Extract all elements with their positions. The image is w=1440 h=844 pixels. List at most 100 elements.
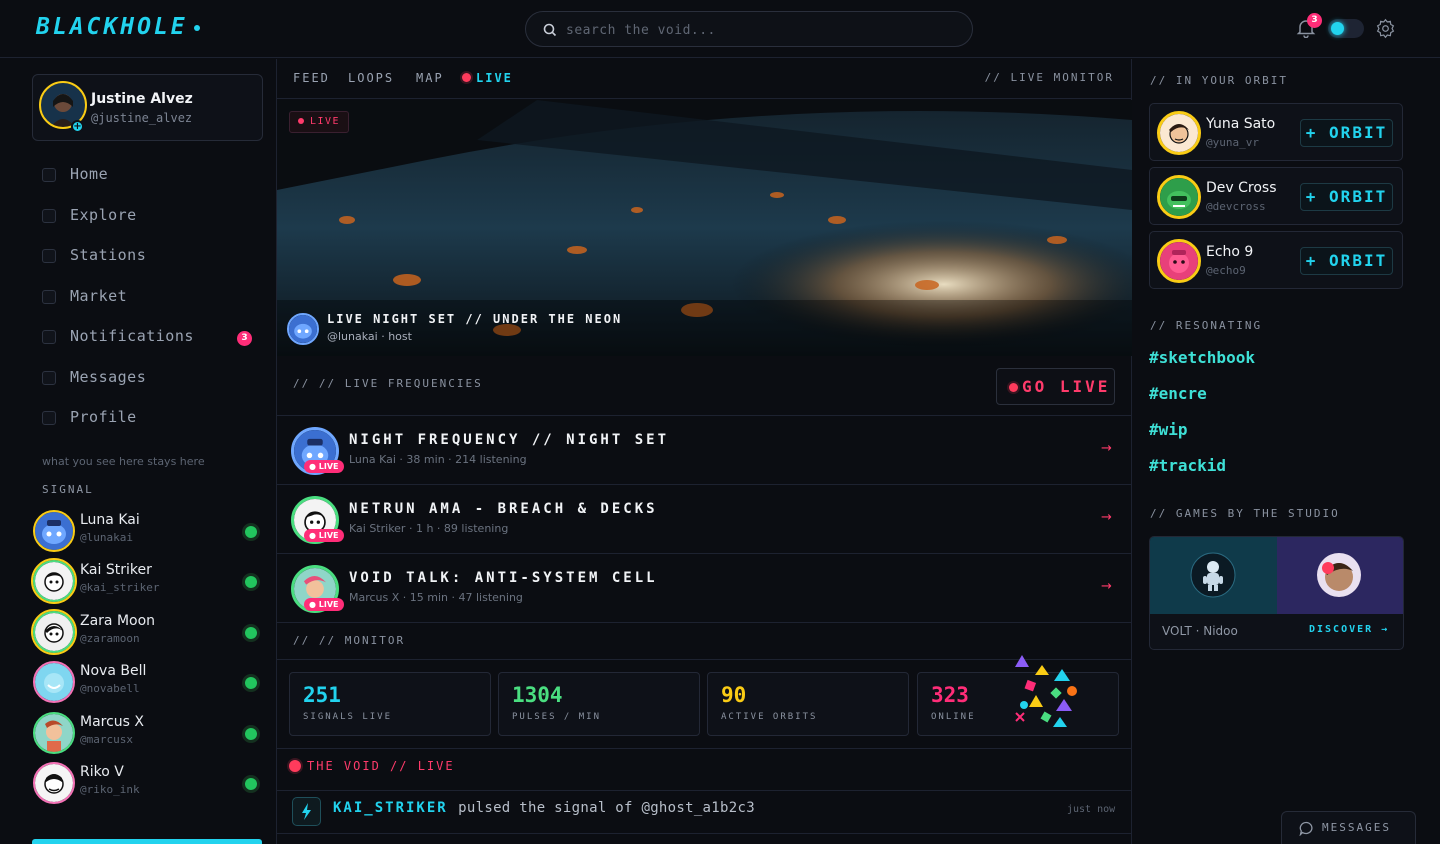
signal-row[interactable]: Luna Kai @lunakai <box>32 509 262 555</box>
tab-map[interactable]: MAP <box>416 71 444 85</box>
live-tag: ● LIVE <box>304 598 344 611</box>
nav-item-home[interactable]: Home <box>40 163 260 187</box>
nav-item-market[interactable]: Market <box>40 285 260 309</box>
frequency-item[interactable]: ● LIVE VOID TALK: ANTI-SYSTEM CELL Marcu… <box>277 553 1132 622</box>
orbit-name: Dev Cross <box>1206 180 1277 196</box>
hashtag-link[interactable]: #encre <box>1149 384 1207 403</box>
activity-message: pulsed the signal of @ghost_a1b2c3 <box>458 800 755 816</box>
live-hero[interactable]: LIVE LIVE NIGHT SET // UNDER THE NEON @l… <box>277 100 1132 356</box>
sidebar-action-button[interactable] <box>32 839 262 844</box>
signal-name: Marcus X <box>80 714 145 730</box>
online-indicator <box>245 778 257 790</box>
frequency-item[interactable]: ● LIVE NETRUN AMA - BREACH & DECKS Kai S… <box>277 484 1132 553</box>
section-divider <box>277 622 1132 623</box>
lightning-icon <box>292 797 321 826</box>
tab-feed[interactable]: FEED <box>293 71 330 85</box>
activity-row[interactable]: KAI_STRIKER pulsed the signal of @ghost_… <box>277 790 1132 834</box>
hero-subtitle: @lunakai · host <box>327 330 412 343</box>
orbit-name: Yuna Sato <box>1206 116 1276 132</box>
online-indicator <box>245 576 257 588</box>
orbit-suggestion[interactable]: Dev Cross @devcross + ORBIT <box>1149 167 1403 225</box>
frequency-meta: Marcus X · 15 min · 47 listening <box>349 591 523 604</box>
stat-value: 90 <box>721 683 747 707</box>
signal-name: Riko V <box>80 764 124 780</box>
signal-handle: @kai_striker <box>80 581 160 594</box>
hashtag-link[interactable]: #wip <box>1149 420 1188 439</box>
left-sidebar: + Justine Alvez @justine_alvez Home Expl… <box>0 59 277 844</box>
online-indicator <box>245 526 257 538</box>
signal-row[interactable]: Marcus X @marcusx <box>32 711 262 757</box>
avatar[interactable] <box>1157 175 1201 219</box>
orbit-button[interactable]: + ORBIT <box>1300 247 1393 275</box>
logo[interactable]: BLACKHOLE <box>36 14 200 40</box>
live-monitor-label: // LIVE MONITOR <box>984 71 1114 84</box>
tab-live[interactable]: LIVE <box>462 71 513 85</box>
activity-user[interactable]: KAI_STRIKER <box>333 800 448 816</box>
signal-row[interactable]: Nova Bell @novabell <box>32 660 262 706</box>
signal-row[interactable]: Riko V @riko_ink <box>32 761 262 807</box>
orbit-button[interactable]: + ORBIT <box>1300 119 1393 147</box>
online-indicator <box>245 677 257 689</box>
monitor-heading: // // MONITOR <box>293 634 406 647</box>
discover-link[interactable]: DISCOVER → <box>1309 624 1389 635</box>
search-icon <box>543 23 557 37</box>
live-badge: LIVE <box>289 111 350 133</box>
frequency-item[interactable]: ● LIVE NIGHT FREQUENCY // NIGHT SET Luna… <box>277 415 1132 484</box>
avatar-ring <box>33 762 75 804</box>
hashtag-link[interactable]: #trackid <box>1149 456 1226 475</box>
orbit-suggestion[interactable]: Echo 9 @echo9 + ORBIT <box>1149 231 1403 289</box>
gear-icon[interactable] <box>1375 18 1396 39</box>
host-avatar[interactable] <box>287 313 319 345</box>
nav-item-stations[interactable]: Stations <box>40 244 260 268</box>
avatar[interactable] <box>1157 239 1201 283</box>
profile-name: Justine Alvez <box>91 91 193 107</box>
tab-loops[interactable]: LOOPS <box>348 71 394 85</box>
nav-item-messages[interactable]: Messages <box>40 366 260 390</box>
nav-item-explore[interactable]: Explore <box>40 204 260 228</box>
games-heading: // GAMES BY THE STUDIO <box>1150 507 1340 520</box>
arrow-right-icon[interactable]: → <box>1101 441 1112 456</box>
signal-heading: SIGNAL <box>42 483 94 496</box>
hashtag-link[interactable]: #sketchbook <box>1149 348 1255 367</box>
signal-name: Nova Bell <box>80 663 147 679</box>
nav-item-notifications[interactable]: Notifications 3 <box>40 325 260 349</box>
game-thumbnail[interactable] <box>1150 537 1277 614</box>
signal-row[interactable]: Zara Moon @zaramoon <box>31 609 262 656</box>
avatar[interactable] <box>1157 111 1201 155</box>
games-caption: VOLT · Nidoo <box>1162 624 1238 638</box>
toggle-knob <box>1331 22 1344 35</box>
orbit-suggestion[interactable]: Yuna Sato @yuna_vr + ORBIT <box>1149 103 1403 161</box>
messages-dock-button[interactable]: MESSAGES <box>1281 811 1416 844</box>
game-thumbnail[interactable] <box>1277 537 1403 614</box>
robot-icon <box>1190 552 1236 598</box>
stat-value: 323 <box>931 683 969 707</box>
signal-row[interactable]: Kai Striker @kai_striker <box>31 558 262 605</box>
void-heading: THE VOID // LIVE <box>289 759 455 773</box>
avatar-ring-outer <box>31 558 77 604</box>
orbit-handle: @devcross <box>1206 200 1266 213</box>
record-icon <box>1009 383 1018 392</box>
signal-handle: @novabell <box>80 682 140 695</box>
search-bar[interactable] <box>525 11 973 47</box>
orbit-button[interactable]: + ORBIT <box>1300 183 1393 211</box>
nav-label: Notifications <box>70 327 194 345</box>
frequency-meta: Luna Kai · 38 min · 214 listening <box>349 453 527 466</box>
live-dot-icon <box>462 73 471 82</box>
theme-toggle[interactable] <box>1328 19 1364 38</box>
arrow-right-icon[interactable]: → <box>1101 510 1112 525</box>
frequency-meta: Kai Striker · 1 h · 89 listening <box>349 522 509 535</box>
notification-badge: 3 <box>1307 13 1322 28</box>
confetti-shapes-icon <box>1015 655 1077 727</box>
status-add-icon[interactable]: + <box>71 120 84 133</box>
nav-item-profile[interactable]: Profile <box>40 406 260 430</box>
games-card[interactable]: VOLT · Nidoo DISCOVER → <box>1149 536 1404 650</box>
section-divider <box>277 659 1132 660</box>
arrow-right-icon[interactable]: → <box>1101 579 1112 594</box>
go-live-button[interactable]: GO LIVE <box>996 368 1115 405</box>
profile-card[interactable]: + Justine Alvez @justine_alvez <box>32 74 263 141</box>
stat-label: PULSES / MIN <box>512 712 602 722</box>
signal-handle: @marcusx <box>80 733 133 746</box>
search-input[interactable] <box>566 19 956 41</box>
signal-name: Luna Kai <box>80 512 140 528</box>
logo-text: BLACKHOLE <box>36 14 188 40</box>
